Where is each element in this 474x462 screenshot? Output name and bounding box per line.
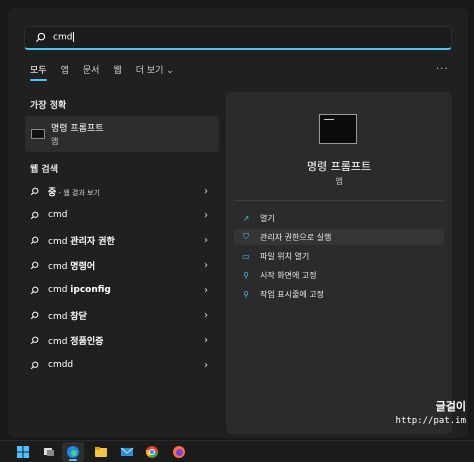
web-search-label: cmd ipconfig	[48, 285, 111, 295]
command-prompt-large-icon	[319, 114, 357, 144]
detail-title: 명령 프롬프트	[306, 160, 372, 173]
chevron-right-icon: ›	[204, 359, 208, 371]
chevron-right-icon: ›	[204, 259, 208, 271]
detail-subtitle: 앱	[335, 177, 343, 186]
search-input[interactable]: cmd	[53, 32, 75, 43]
chevron-right-icon: ›	[204, 309, 208, 321]
windows-start-icon[interactable]	[16, 445, 30, 459]
edge-browser-icon[interactable]	[66, 445, 80, 459]
tab-documents[interactable]: 문서	[83, 63, 100, 76]
chevron-right-icon: ›	[204, 234, 208, 246]
chevron-right-icon: ›	[204, 284, 208, 296]
search-icon	[28, 286, 40, 295]
taskbar-active-indicator	[69, 459, 77, 461]
best-match-subtitle: 앱	[51, 137, 59, 146]
chevron-down-icon: ⌄	[166, 66, 174, 76]
search-icon	[28, 361, 40, 370]
chrome-icon[interactable]	[145, 445, 159, 459]
search-icon	[33, 31, 47, 45]
chevron-right-icon: ›	[204, 185, 208, 197]
action-label: 파일 위치 열기	[260, 251, 310, 261]
open-icon: ↗	[242, 213, 250, 223]
firefox-icon[interactable]	[172, 445, 186, 459]
search-icon	[28, 261, 40, 270]
chevron-right-icon: ›	[204, 334, 208, 346]
web-search-heading: 웹 검색	[30, 165, 58, 175]
web-search-label: cmd 명령어	[48, 261, 96, 272]
taskbar	[0, 440, 474, 462]
filter-tabs: 모두 앱 문서 웹 더 보기 ⌄	[30, 63, 188, 81]
web-search-item[interactable]: cmd 관리자 권한 ›	[28, 231, 214, 249]
action-item[interactable]: ⚲ 작업 표시줄에 고정	[234, 286, 444, 302]
web-search-item[interactable]: cmd 명령어 ›	[28, 256, 214, 274]
web-search-label: cmd	[48, 210, 68, 220]
pin-icon: ⚲	[243, 289, 249, 299]
search-icon	[28, 187, 40, 196]
detail-panel: 명령 프롬프트 앱 ↗ 열기 ⛉ 관리자 권한으로 실행 ▭ 파일 위치 열기 ⚲ 시작 화면…	[226, 92, 452, 434]
web-search-label: cmd 창닫	[48, 311, 87, 322]
web-search-label: cmd 관리자 권한	[48, 236, 115, 247]
action-item[interactable]: ⚲ 시작 화면에 고정	[234, 267, 444, 283]
web-search-label: cmd 정품인증	[48, 336, 104, 347]
action-label: 작업 표시줄에 고정	[260, 289, 324, 299]
web-search-item[interactable]: cmd 창닫 ›	[28, 306, 214, 324]
action-item[interactable]: ↗ 열기	[234, 210, 444, 226]
search-icon	[28, 211, 40, 220]
task-view-icon[interactable]	[42, 445, 56, 459]
divider	[234, 200, 444, 201]
best-match-heading: 가장 정확	[30, 101, 67, 111]
tab-all[interactable]: 모두	[30, 63, 47, 81]
search-box[interactable]: cmd	[24, 26, 452, 50]
pin-icon: ⚲	[243, 270, 249, 280]
chevron-right-icon: ›	[204, 209, 208, 221]
web-search-item[interactable]: cmd ipconfig ›	[28, 281, 214, 299]
tab-web[interactable]: 웹	[113, 63, 121, 76]
web-search-item[interactable]: 중 - 웹 결과 보기 ›	[28, 182, 214, 200]
search-icon	[28, 336, 40, 345]
command-prompt-icon	[31, 129, 45, 139]
web-search-label: 중 - 웹 결과 보기	[48, 187, 100, 198]
action-label: 관리자 권한으로 실행	[260, 232, 332, 242]
web-search-label: cmdd	[48, 360, 74, 370]
search-icon	[28, 236, 40, 245]
mail-icon[interactable]	[120, 445, 134, 459]
more-options-button[interactable]: ···	[436, 64, 449, 75]
action-item[interactable]: ▭ 파일 위치 열기	[234, 248, 444, 264]
tab-apps[interactable]: 앱	[61, 63, 69, 76]
search-icon	[28, 311, 40, 320]
web-search-item[interactable]: cmd 정품인증 ›	[28, 331, 214, 349]
shield-icon: ⛉	[243, 232, 249, 241]
tab-more[interactable]: 더 보기 ⌄	[136, 63, 174, 76]
web-search-item[interactable]: cmdd ›	[28, 356, 214, 374]
action-item[interactable]: ⛉ 관리자 권한으로 실행	[234, 229, 444, 245]
action-label: 열기	[260, 213, 275, 223]
web-search-item[interactable]: cmd ›	[28, 206, 214, 224]
file-explorer-icon[interactable]	[94, 445, 108, 459]
best-match-title: 명령 프롬프트	[51, 124, 104, 134]
folder-icon: ▭	[242, 251, 250, 261]
watermark: 글걸이 http://pat.im	[395, 400, 466, 426]
action-label: 시작 화면에 고정	[260, 270, 317, 280]
best-match-result[interactable]: 명령 프롬프트 앱	[25, 116, 219, 152]
